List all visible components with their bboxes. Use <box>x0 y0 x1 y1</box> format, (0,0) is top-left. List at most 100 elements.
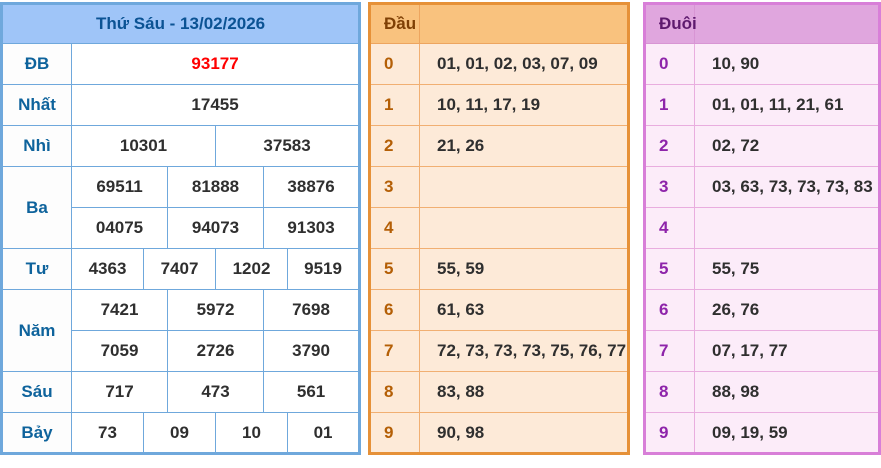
result-row: ĐB93177 <box>2 44 360 85</box>
dau-numbers <box>420 208 629 249</box>
prize-label: Bảy <box>2 413 72 454</box>
duoi-numbers: 03, 63, 73, 73, 73, 83 <box>695 167 880 208</box>
duoi-row: 4 <box>645 208 880 249</box>
prize-number: 2726 <box>168 331 264 372</box>
dau-row: 4 <box>370 208 629 249</box>
dau-row: 772, 73, 73, 73, 75, 76, 77 <box>370 331 629 372</box>
dau-numbers: 21, 26 <box>420 126 629 167</box>
prize-number: 4363 <box>72 249 144 290</box>
result-header-row: Thứ Sáu - 13/02/2026 <box>2 4 360 44</box>
prize-label: ĐB <box>2 44 72 85</box>
prize-number: 3790 <box>264 331 360 372</box>
duoi-header-row: Đuôi <box>645 4 880 44</box>
duoi-row: 707, 17, 77 <box>645 331 880 372</box>
prize-label: Ba <box>2 167 72 249</box>
special-prize-number: 93177 <box>72 44 360 85</box>
prize-number: 38876 <box>264 167 360 208</box>
dau-digit: 9 <box>370 413 420 454</box>
prize-number: 7407 <box>144 249 216 290</box>
duoi-numbers: 07, 17, 77 <box>695 331 880 372</box>
duoi-digit: 7 <box>645 331 695 372</box>
dau-digit: 5 <box>370 249 420 290</box>
duoi-digit: 4 <box>645 208 695 249</box>
dau-numbers: 61, 63 <box>420 290 629 331</box>
dau-table: Đầu 001, 01, 02, 03, 07, 09110, 11, 17, … <box>368 2 630 455</box>
prize-number: 01 <box>288 413 360 454</box>
duoi-numbers: 02, 72 <box>695 126 880 167</box>
dau-digit: 0 <box>370 44 420 85</box>
duoi-row: 909, 19, 59 <box>645 413 880 454</box>
result-date-header: Thứ Sáu - 13/02/2026 <box>2 4 360 44</box>
dau-row: 990, 98 <box>370 413 629 454</box>
duoi-numbers: 10, 90 <box>695 44 880 85</box>
prize-number: 717 <box>72 372 168 413</box>
dau-row: 001, 01, 02, 03, 07, 09 <box>370 44 629 85</box>
dau-numbers: 72, 73, 73, 73, 75, 76, 77 <box>420 331 629 372</box>
duoi-numbers: 01, 01, 11, 21, 61 <box>695 85 880 126</box>
result-row: Ba695118188838876 <box>2 167 360 208</box>
prize-number: 561 <box>264 372 360 413</box>
dau-header-row: Đầu <box>370 4 629 44</box>
dau-row: 221, 26 <box>370 126 629 167</box>
duoi-row: 626, 76 <box>645 290 880 331</box>
prize-number: 81888 <box>168 167 264 208</box>
prize-number: 7059 <box>72 331 168 372</box>
prize-number: 10301 <box>72 126 216 167</box>
dau-numbers: 90, 98 <box>420 413 629 454</box>
prize-number: 37583 <box>216 126 360 167</box>
duoi-digit: 2 <box>645 126 695 167</box>
result-row: Nhất17455 <box>2 85 360 126</box>
prize-number: 69511 <box>72 167 168 208</box>
prize-label: Nhì <box>2 126 72 167</box>
prize-label: Nhất <box>2 85 72 126</box>
prize-number: 7421 <box>72 290 168 331</box>
prize-number: 7698 <box>264 290 360 331</box>
duoi-row: 555, 75 <box>645 249 880 290</box>
prize-number: 10 <box>216 413 288 454</box>
dau-digit: 4 <box>370 208 420 249</box>
duoi-numbers: 09, 19, 59 <box>695 413 880 454</box>
duoi-row: 303, 63, 73, 73, 73, 83 <box>645 167 880 208</box>
prize-label: Năm <box>2 290 72 372</box>
dau-numbers: 10, 11, 17, 19 <box>420 85 629 126</box>
dau-digit: 7 <box>370 331 420 372</box>
duoi-row: 202, 72 <box>645 126 880 167</box>
duoi-row: 101, 01, 11, 21, 61 <box>645 85 880 126</box>
duoi-digit: 5 <box>645 249 695 290</box>
result-row: Năm742159727698 <box>2 290 360 331</box>
result-row: Tư4363740712029519 <box>2 249 360 290</box>
duoi-digit: 8 <box>645 372 695 413</box>
prize-number: 94073 <box>168 208 264 249</box>
duoi-header-label: Đuôi <box>645 4 695 44</box>
prize-number: 17455 <box>72 85 360 126</box>
duoi-row: 010, 90 <box>645 44 880 85</box>
duoi-numbers: 55, 75 <box>695 249 880 290</box>
dau-row: 555, 59 <box>370 249 629 290</box>
duoi-row: 888, 98 <box>645 372 880 413</box>
duoi-digit: 6 <box>645 290 695 331</box>
prize-number: 04075 <box>72 208 168 249</box>
duoi-table: Đuôi 010, 90101, 01, 11, 21, 61202, 7230… <box>643 2 881 455</box>
duoi-digit: 9 <box>645 413 695 454</box>
duoi-digit: 1 <box>645 85 695 126</box>
result-row: Sáu717473561 <box>2 372 360 413</box>
lottery-results-page: Thứ Sáu - 13/02/2026 ĐB93177Nhất17455Nhì… <box>0 0 881 468</box>
dau-numbers: 83, 88 <box>420 372 629 413</box>
dau-row: 110, 11, 17, 19 <box>370 85 629 126</box>
duoi-numbers <box>695 208 880 249</box>
duoi-numbers: 26, 76 <box>695 290 880 331</box>
dau-header-empty <box>420 4 629 44</box>
dau-row: 3 <box>370 167 629 208</box>
prize-number: 09 <box>144 413 216 454</box>
prize-label: Tư <box>2 249 72 290</box>
duoi-numbers: 88, 98 <box>695 372 880 413</box>
dau-digit: 3 <box>370 167 420 208</box>
dau-digit: 6 <box>370 290 420 331</box>
dau-digit: 2 <box>370 126 420 167</box>
dau-row: 661, 63 <box>370 290 629 331</box>
prize-label: Sáu <box>2 372 72 413</box>
result-row: Nhì1030137583 <box>2 126 360 167</box>
dau-numbers: 01, 01, 02, 03, 07, 09 <box>420 44 629 85</box>
prize-number: 73 <box>72 413 144 454</box>
result-row: Bảy73091001 <box>2 413 360 454</box>
